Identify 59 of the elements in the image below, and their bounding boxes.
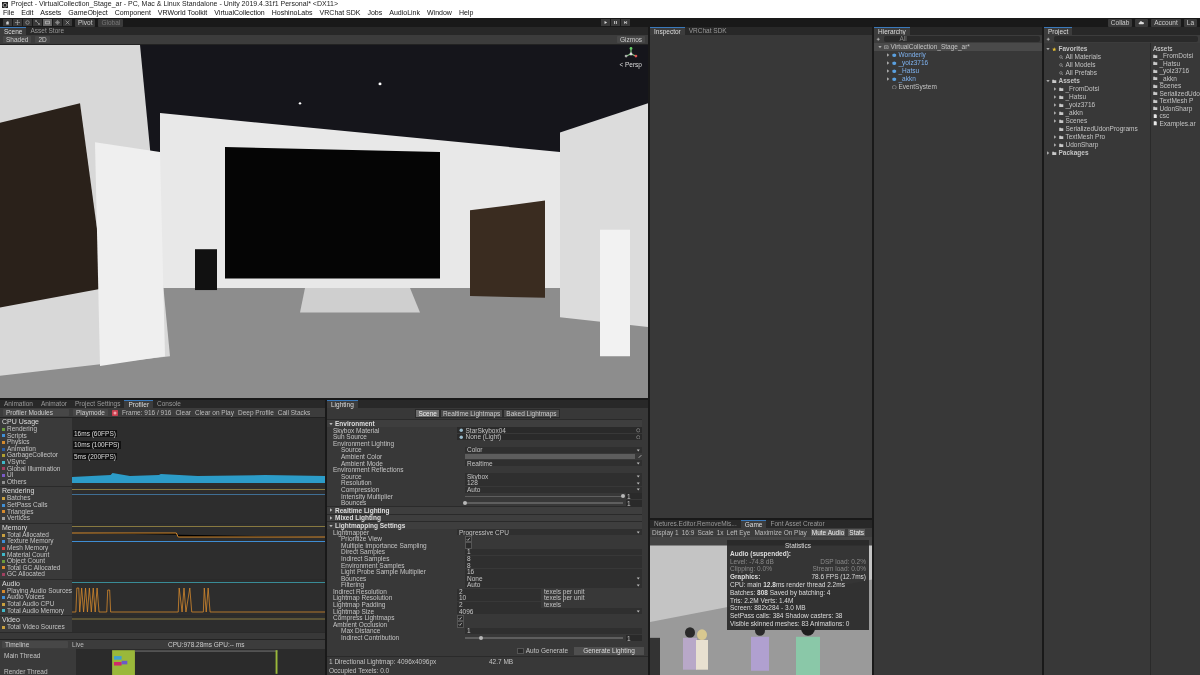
checkbox[interactable] (517, 647, 524, 655)
slider-track[interactable] (465, 495, 623, 498)
transform-tool-icon (55, 20, 60, 25)
foldout-icon[interactable] (1046, 79, 1050, 83)
scale-tool-button[interactable] (33, 19, 42, 26)
hand-tool-button[interactable] (3, 19, 12, 26)
add-icon[interactable] (876, 36, 881, 42)
transform-tool-button[interactable] (53, 19, 62, 26)
caret-icon (635, 461, 640, 466)
foldout-icon[interactable] (1053, 143, 1057, 147)
rotate-tool-icon (25, 20, 30, 25)
scale-tool-icon (35, 20, 40, 25)
add-icon[interactable] (1046, 36, 1051, 42)
foldout-icon[interactable] (1053, 111, 1057, 115)
foldout-icon[interactable] (1053, 95, 1057, 99)
slider-thumb[interactable] (463, 500, 467, 505)
foldout-icon[interactable] (886, 61, 890, 65)
foldout-icon[interactable] (1053, 103, 1057, 107)
foldout-icon[interactable] (886, 69, 890, 73)
pause-button[interactable] (611, 19, 621, 26)
step-button[interactable] (621, 19, 631, 26)
caret-icon (635, 447, 640, 453)
pause-icon (613, 20, 619, 25)
checkbox[interactable] (465, 542, 472, 549)
slider-thumb[interactable] (621, 494, 625, 499)
rect-tool-icon (45, 20, 50, 25)
foldout-icon[interactable] (1053, 119, 1057, 123)
checkbox[interactable] (457, 621, 464, 628)
custom-tool-icon (65, 20, 70, 25)
record-icon[interactable] (111, 409, 118, 416)
foldout-icon[interactable] (329, 508, 333, 513)
search-icon (1059, 54, 1064, 60)
play-icon (603, 20, 609, 25)
play-button[interactable] (601, 19, 611, 26)
checkbox[interactable] (457, 614, 464, 622)
foldout-icon[interactable] (1053, 135, 1057, 139)
color-field[interactable] (465, 454, 635, 459)
foldout-icon[interactable] (886, 77, 890, 81)
star-icon (1052, 46, 1057, 52)
cloud-button[interactable] (1135, 18, 1149, 27)
foldout-icon[interactable] (1046, 47, 1050, 51)
foldout-icon[interactable] (329, 516, 333, 521)
move-tool-icon (15, 20, 20, 25)
rotate-tool-button[interactable] (23, 19, 32, 26)
foldout-icon[interactable] (886, 53, 890, 57)
move-tool-button[interactable] (13, 19, 22, 26)
slider-thumb[interactable] (478, 635, 483, 640)
foldout-icon[interactable] (1053, 87, 1057, 91)
foldout-icon[interactable] (878, 45, 882, 49)
search-icon (1059, 62, 1064, 68)
search-icon (1059, 70, 1064, 76)
checkbox[interactable] (465, 535, 472, 543)
step-icon (623, 20, 629, 25)
hand-tool-icon (5, 20, 10, 25)
custom-tool-button[interactable] (63, 19, 72, 26)
foldout-icon[interactable] (1046, 151, 1050, 155)
scene-icon (884, 44, 889, 50)
cloud-icon (1138, 20, 1146, 25)
caret-icon (635, 609, 640, 614)
